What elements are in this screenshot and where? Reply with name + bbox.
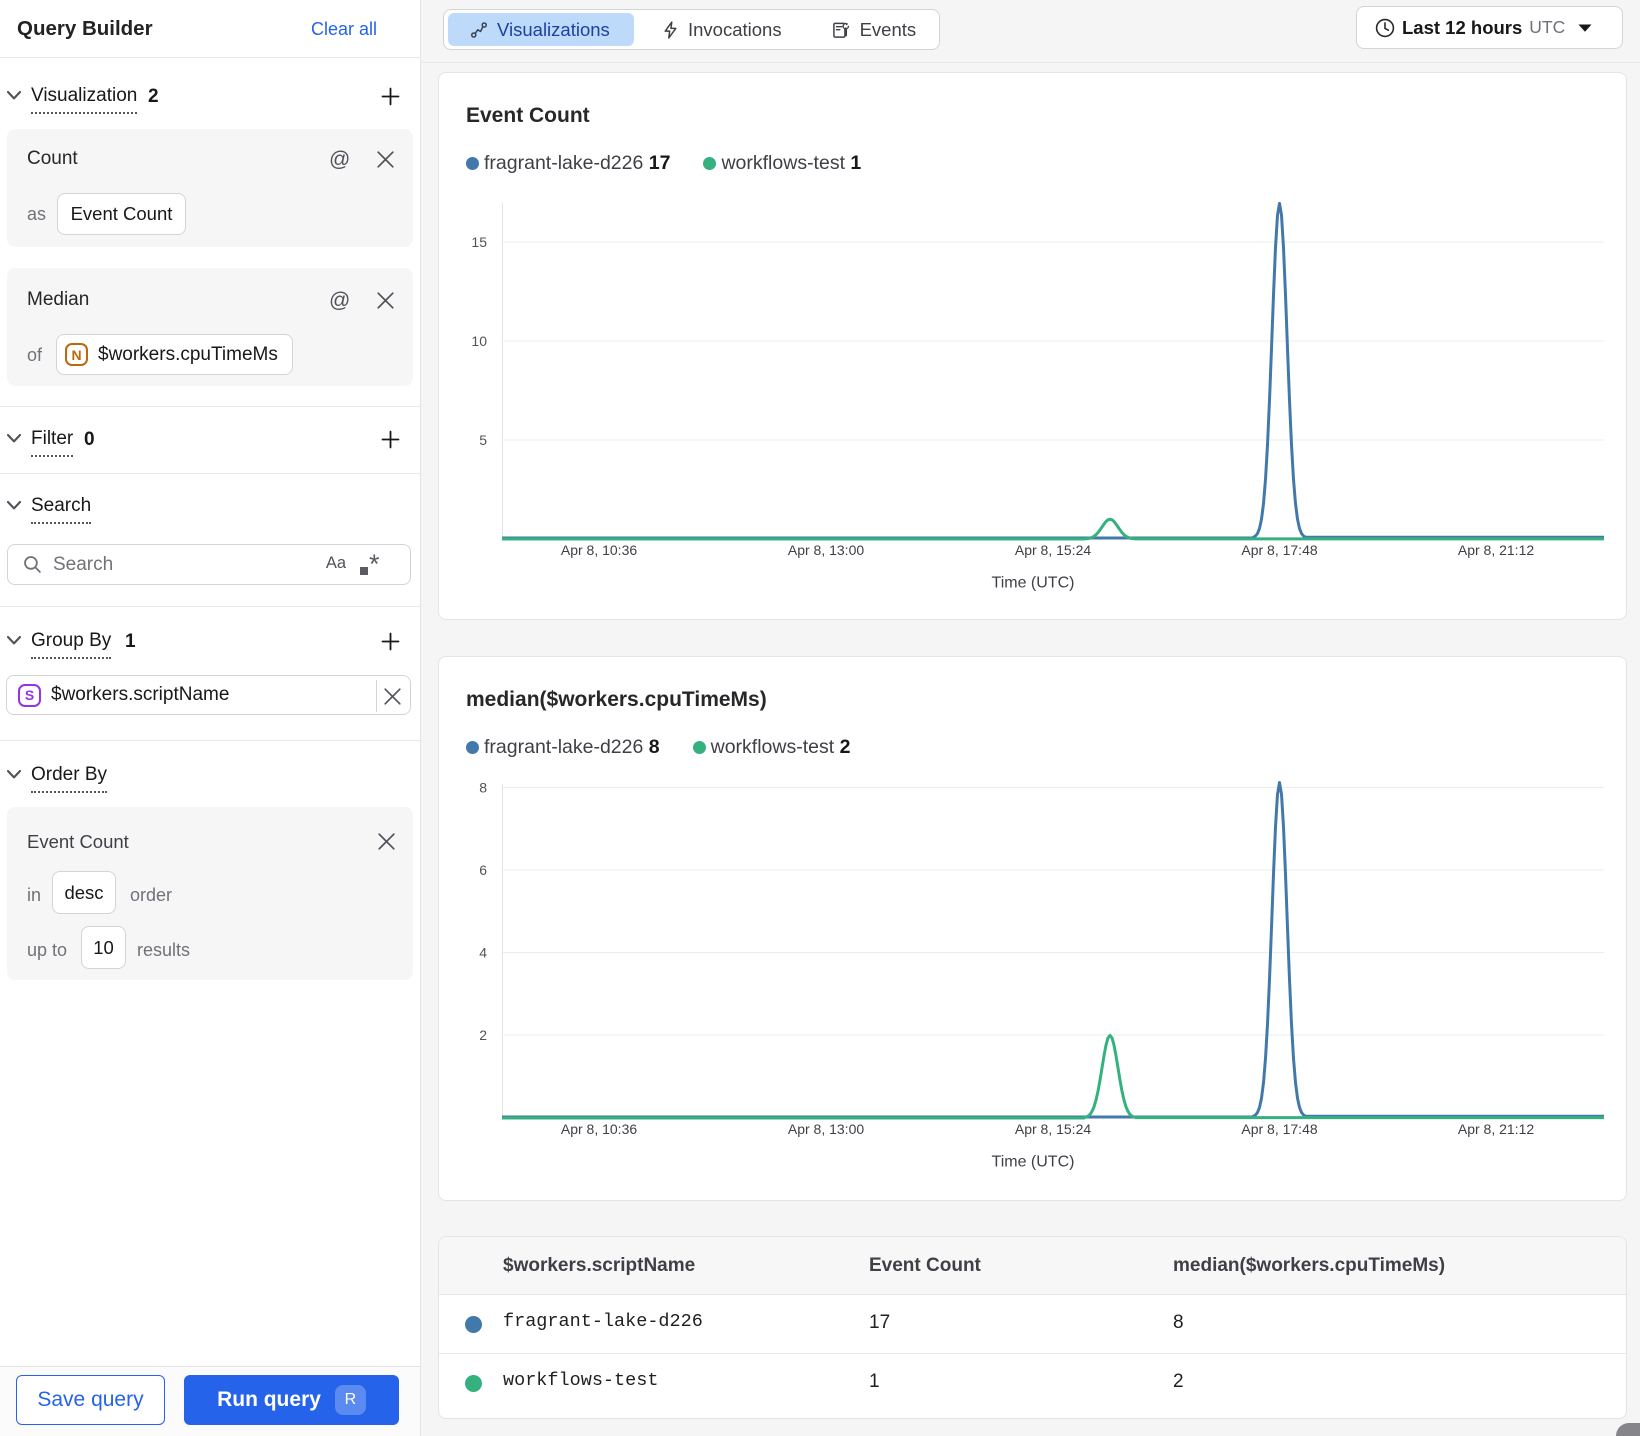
svg-text:Apr 8, 13:00: Apr 8, 13:00 — [788, 1121, 864, 1137]
svg-text:Apr 8, 21:12: Apr 8, 21:12 — [1458, 1121, 1534, 1137]
svg-text:15: 15 — [471, 234, 487, 250]
svg-text:6: 6 — [479, 862, 487, 878]
svg-text:Apr 8, 17:48: Apr 8, 17:48 — [1241, 1121, 1317, 1137]
svg-text:2: 2 — [479, 1027, 487, 1043]
svg-text:Apr 8, 13:00: Apr 8, 13:00 — [788, 542, 864, 558]
svg-text:Apr 8, 21:12: Apr 8, 21:12 — [1458, 542, 1534, 558]
svg-text:*: * — [369, 554, 380, 577]
svg-text:Apr 8, 15:24: Apr 8, 15:24 — [1015, 1121, 1091, 1137]
svg-text:Apr 8, 10:36: Apr 8, 10:36 — [561, 1121, 637, 1137]
svg-text:Apr 8, 15:24: Apr 8, 15:24 — [1015, 542, 1091, 558]
svg-text:Time (UTC): Time (UTC) — [992, 1154, 1075, 1171]
svg-text:Apr 8, 17:48: Apr 8, 17:48 — [1241, 542, 1317, 558]
svg-text:5: 5 — [479, 432, 487, 448]
svg-text:4: 4 — [479, 945, 487, 961]
svg-text:8: 8 — [479, 780, 487, 796]
svg-text:Apr 8, 10:36: Apr 8, 10:36 — [561, 542, 637, 558]
svg-text:10: 10 — [471, 333, 487, 349]
svg-text:Time (UTC): Time (UTC) — [992, 575, 1075, 592]
